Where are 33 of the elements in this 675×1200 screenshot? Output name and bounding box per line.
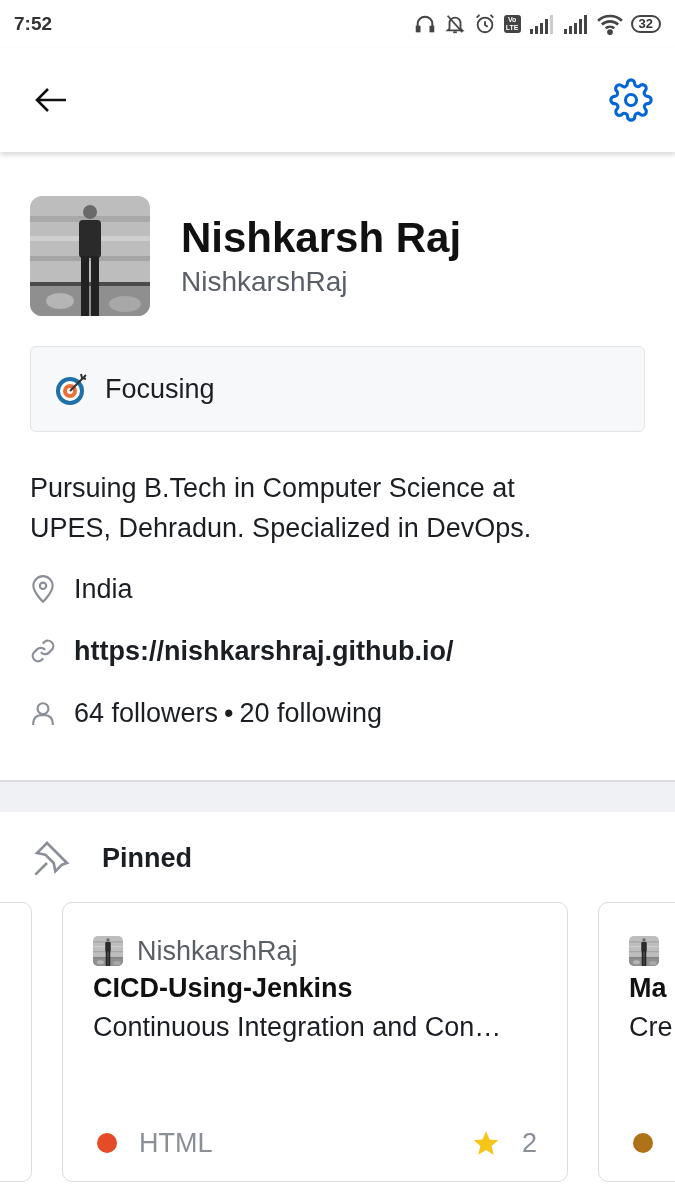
website-link[interactable]: https://nishkarshraj.github.io/: [74, 635, 454, 667]
wifi-icon: [596, 13, 623, 35]
settings-button[interactable]: [609, 78, 653, 122]
repo-description: Continuous Integration and Con…: [93, 1012, 503, 1043]
repo-description: Cre: [629, 1012, 674, 1043]
star-count: 2: [521, 1127, 537, 1159]
status-text: Focusing: [105, 373, 215, 405]
target-icon: [55, 372, 89, 406]
status-time: 7:52: [14, 13, 54, 35]
repo-name: Ma: [629, 973, 668, 1004]
followers-link[interactable]: 64 followers: [74, 697, 219, 729]
repository-card[interactable]: NishkarshRaj CICD-Using-Jenkins Continuous Integration and Con… HTML 2: [62, 902, 568, 1182]
star-icon: [471, 1129, 500, 1157]
signal-icon: [562, 14, 589, 34]
repo-language: HTML: [139, 1127, 214, 1159]
back-button[interactable]: [34, 87, 68, 113]
location-pin-icon: [30, 574, 56, 604]
battery-level: 32: [630, 15, 661, 33]
repo-owner: NishkarshRaj: [137, 935, 298, 967]
headphones-icon: [413, 13, 436, 35]
signal-icon: [528, 14, 555, 34]
link-icon: [30, 638, 56, 664]
person-icon: [30, 700, 56, 726]
following-link[interactable]: 20 following: [239, 697, 383, 729]
location-text: India: [74, 573, 133, 605]
repo-name: CICD-Using-Jenkins: [93, 973, 354, 1004]
separator-dot: •: [224, 697, 234, 729]
repository-card[interactable]: Ma Cre: [598, 902, 675, 1182]
profile-username: NishkarshRaj: [181, 266, 349, 298]
profile-bio: Pursuing B.Tech in Computer Science at UPES, Dehradun. Specialized in DevOps.: [30, 472, 533, 545]
muted-bell-icon: [443, 13, 466, 35]
profile-name: Nishkarsh Raj: [181, 214, 462, 262]
pinned-heading: Pinned: [102, 842, 192, 874]
